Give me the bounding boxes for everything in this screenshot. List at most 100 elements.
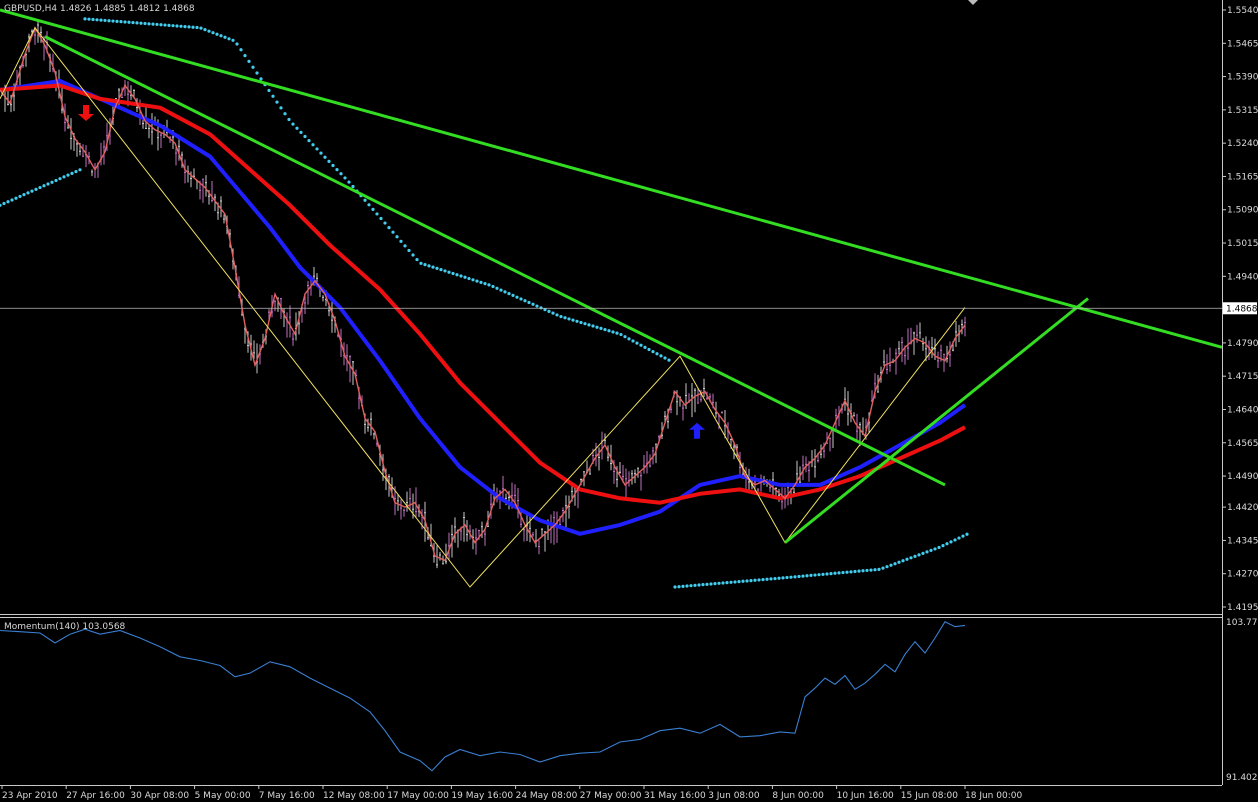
sar-dot [677,585,681,589]
time-tick-label: 3 Jun 08:00 [708,791,760,801]
sar-dot [87,17,91,21]
sar-dot [503,290,507,294]
sar-dot [829,572,833,576]
time-tick-label: 24 May 08:00 [516,791,578,801]
sar-dot [511,293,515,298]
sar-dot [175,24,179,28]
sar-dot [599,326,603,330]
sar-dot [223,35,227,39]
sar-dot [579,320,583,325]
sar-dot [857,569,861,573]
time-tick-label: 18 Jun 00:00 [965,791,1022,801]
sar-dot [567,317,571,321]
sar-dot [327,159,331,163]
sar-dot [685,584,689,588]
momentum-tick-label: 103.775 [1226,618,1258,628]
sar-dot [639,343,643,347]
sar-dot [383,221,387,225]
sar-dot [709,582,713,586]
sar-dot [753,578,757,582]
sar-dot [227,37,231,41]
sar-dot [853,569,857,574]
sar-dot [103,18,107,23]
sar-dot [303,134,307,139]
sar-dot [681,584,685,588]
sar-dot [367,203,371,207]
sar-dot [535,304,539,308]
sar-dot [761,577,765,582]
sar-dot [705,582,709,586]
sar-dot [531,302,535,306]
sar-dot [765,577,769,581]
sar-dot [591,324,595,328]
sar-dot [319,151,323,155]
sar-dot [30,189,34,193]
sar-dot [713,582,717,586]
sar-dot [18,194,22,199]
sar-dot [623,335,627,339]
sar-dot [115,19,119,23]
sar-dot [335,168,339,172]
time-tick-label: 17 May 00:00 [387,791,449,801]
sar-dot [219,34,223,38]
sar-dot [371,207,375,211]
sar-dot [789,575,793,579]
sar-dot [925,550,929,554]
sar-dot [845,570,849,574]
sar-dot [941,544,945,548]
sar-dot [869,568,873,572]
sar-dot [757,578,761,582]
sar-dot [78,168,82,172]
sar-dot [151,22,155,26]
sar-dot [523,299,527,303]
sar-dot [801,574,805,578]
sar-dot [949,540,953,544]
sar-dot [587,323,591,327]
sar-dot [435,266,439,270]
sar-dot [885,565,889,569]
price-tick-label: 1.5540 [1227,6,1258,16]
sar-dot [275,100,279,104]
time-tick-label: 30 Apr 08:00 [130,791,189,801]
sar-dot [191,25,195,29]
sar-dot [34,187,38,191]
time-tick-label: 31 May 16:00 [644,791,706,801]
sar-dot [913,554,917,558]
sar-dot [475,279,479,283]
sar-dot [311,143,315,147]
sar-dot [741,579,745,583]
price-tick-label: 1.4940 [1227,272,1258,282]
sar-dot [643,345,647,349]
time-tick-label: 19 May 16:00 [451,791,513,801]
sar-dot [147,22,151,26]
sar-dot [38,185,42,190]
sar-dot [395,235,399,239]
sar-dot [479,280,483,284]
sar-dot [307,139,311,143]
sar-dot [111,19,115,23]
time-tick-label: 23 Apr 2010 [2,791,58,801]
sar-dot [74,169,78,174]
sar-dot [123,20,127,24]
sar-dot [439,268,443,272]
price-tick-label: 1.4490 [1227,472,1258,482]
sar-dot [62,175,66,179]
trading-chart[interactable]: GBPUSD,H4 1.4826 1.4885 1.4812 1.4868 Mo… [0,0,1258,802]
sar-dot [451,271,455,276]
sar-dot [10,198,14,202]
sar-dot [14,196,18,200]
sar-dot [423,262,427,267]
momentum-tick-label: 91.4024 [1226,773,1258,783]
sar-dot [897,560,901,564]
price-tick-label: 1.5090 [1227,206,1258,216]
time-tick-label: 27 Apr 16:00 [66,791,125,801]
sar-dot [179,24,183,28]
price-tick-label: 1.5240 [1227,139,1258,149]
sar-dot [659,354,663,358]
sar-dot [667,358,671,362]
sar-dot [211,31,215,35]
sar-dot [957,536,961,540]
sar-dot [443,269,447,273]
sar-dot [91,17,95,22]
sar-dot [215,32,219,36]
